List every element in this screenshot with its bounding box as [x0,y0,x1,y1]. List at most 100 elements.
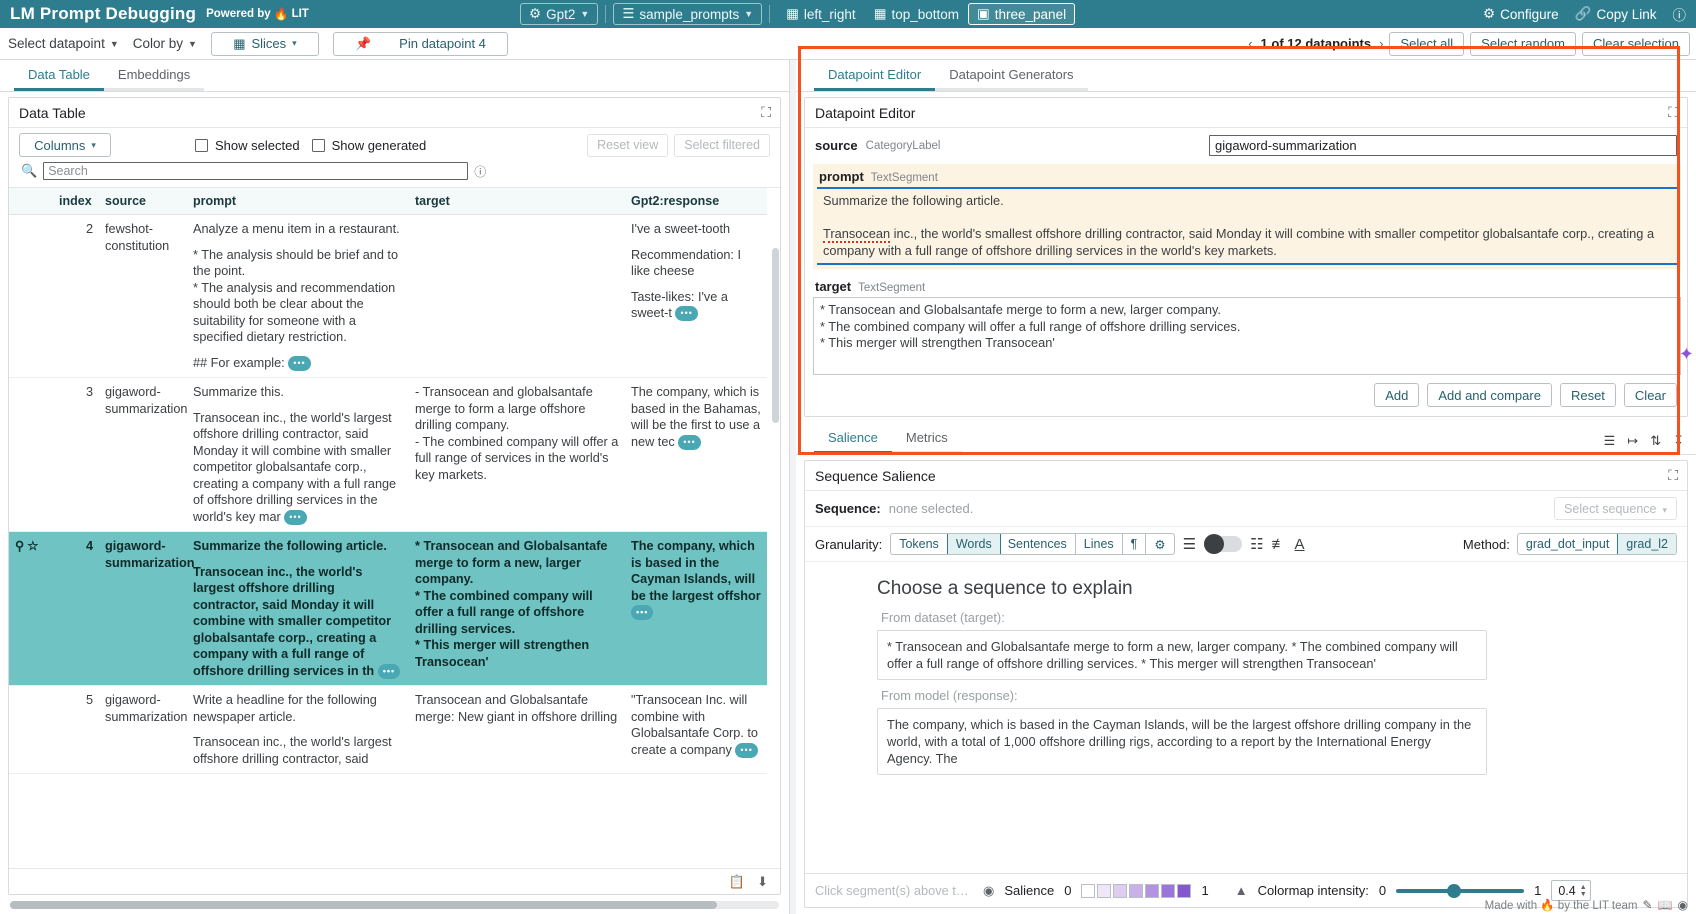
copy-link-button[interactable]: 🔗 Copy Link [1575,7,1657,22]
granularity-words[interactable]: Words [947,533,1001,555]
tab-salience[interactable]: Salience [814,430,892,454]
header-index[interactable]: index [53,188,99,215]
layout-left-right[interactable]: ▦ left_right [777,3,865,25]
colormap-intensity-slider[interactable] [1396,889,1524,893]
clear-selection-button[interactable]: Clear selection [1582,32,1690,56]
method-grad-l2[interactable]: grad_l2 [1617,533,1677,555]
reset-button[interactable]: Reset [1560,383,1616,407]
prompt-textarea[interactable]: Summarize the following article. Transoc… [817,187,1679,265]
slider-thumb[interactable] [1447,884,1461,898]
stepper-arrows[interactable]: ▲▼ [1580,884,1587,898]
tab-data-table[interactable]: Data Table [14,67,104,91]
header-prompt[interactable]: prompt [187,188,409,215]
layout-three-panel[interactable]: ▣ three_panel [968,3,1075,25]
expand-icon[interactable]: ⛶ [761,104,771,121]
select-filtered-button[interactable]: Select filtered [674,134,770,157]
granularity-lines[interactable]: Lines [1076,534,1123,554]
table-row[interactable]: 2fewshot-constitutionAnalyze a menu item… [9,215,767,378]
truncation-ellipsis[interactable]: ••• [675,306,697,321]
center-icon[interactable]: ⇅ [1650,433,1661,449]
grid-icon[interactable]: ☷ [1250,535,1263,553]
slices-button[interactable]: ▦ Slices ▾ [211,32,319,56]
row-pin-cell[interactable]: ⚲☆ [9,532,53,686]
header-source[interactable]: source [99,188,187,215]
show-selected-checkbox[interactable]: Show selected [195,138,300,153]
row-pin-cell[interactable] [9,215,53,378]
from-dataset-option[interactable]: * Transocean and Globalsantafe merge to … [877,630,1487,680]
search-input[interactable] [43,162,468,180]
next-datapoint-button[interactable]: › [1379,36,1383,51]
horizontal-scrollbar[interactable] [10,901,779,909]
select-datapoint-dropdown[interactable]: Select datapoint ▼ [8,36,119,51]
table-row[interactable]: 5gigaword-summarizationWrite a headline … [9,686,767,774]
expand-down-icon[interactable]: ↧ [1673,433,1684,449]
tab-datapoint-generators[interactable]: Datapoint Generators [935,67,1087,91]
chat-icon[interactable]: ✎ [1643,898,1653,912]
truncation-ellipsis[interactable]: ••• [284,510,306,525]
add-button[interactable]: Add [1374,383,1419,407]
method-grad-dot-input[interactable]: grad_dot_input [1518,534,1618,554]
table-row[interactable]: ⚲☆4gigaword-summarizationSummarize the f… [9,532,767,686]
truncation-ellipsis[interactable]: ••• [288,356,310,371]
drag-handle-icon[interactable]: ☰ [1604,433,1616,449]
from-model-option[interactable]: The company, which is based in the Cayma… [877,708,1487,775]
granularity-sentences[interactable]: Sentences [1000,534,1076,554]
help-circle-icon[interactable]: ⓘ [1673,4,1687,24]
row-source-cell: gigaword-summarization [99,686,187,774]
row-prompt-cell: Analyze a menu item in a restaurant. * T… [187,215,409,378]
tab-datapoint-editor[interactable]: Datapoint Editor [814,67,935,91]
select-sequence-button[interactable]: Select sequence ▾ [1554,497,1677,520]
sparkle-icon[interactable]: ✦ [1679,344,1694,365]
vertical-density-icon[interactable]: ≢ [1272,536,1287,553]
dark-mode-toggle[interactable] [1204,536,1242,552]
table-vertical-scrollbar[interactable] [772,248,779,423]
columns-button[interactable]: Columns ▾ [19,133,111,157]
clear-button[interactable]: Clear [1624,383,1677,407]
scroll-thumb[interactable] [10,901,717,909]
header-response[interactable]: Gpt2:response [625,188,767,215]
granularity-settings-icon[interactable]: ⚙ [1146,534,1173,554]
book-icon[interactable]: 📖 [1658,898,1673,912]
prev-datapoint-button[interactable]: ‹ [1248,36,1252,51]
select-all-button[interactable]: Select all [1389,32,1464,56]
model-selector[interactable]: ⚙ Gpt2 ▼ [520,3,598,25]
configure-button[interactable]: ⚙ Configure [1483,7,1559,22]
truncation-ellipsis[interactable]: ••• [378,664,400,679]
truncation-ellipsis[interactable]: ••• [631,605,653,620]
tab-metrics[interactable]: Metrics [892,430,962,454]
collapse-up-icon[interactable]: ↦ [1627,433,1638,449]
select-random-button[interactable]: Select random [1470,32,1576,56]
pin-icon[interactable]: ⚲ [15,539,27,553]
truncation-ellipsis[interactable]: ••• [678,435,700,450]
table-row[interactable]: 3gigaword-summarizationSummarize this. T… [9,378,767,532]
lines-icon[interactable]: ☰ [1183,535,1196,553]
show-generated-checkbox[interactable]: Show generated [312,138,427,153]
expand-icon[interactable]: ⛶ [1668,467,1678,484]
add-and-compare-button[interactable]: Add and compare [1427,383,1552,407]
main-area: Data Table Embeddings Data Table ⛶ Colum… [0,60,1696,914]
dataset-selector[interactable]: ☰ sample_prompts ▼ [613,3,762,25]
row-pin-cell[interactable] [9,378,53,532]
font-size-icon[interactable]: A [1295,536,1305,553]
layout-top-bottom[interactable]: ▦ top_bottom [865,3,968,25]
pin-datapoint-button[interactable]: 📌 Pin datapoint 4 [333,32,508,56]
download-icon[interactable]: ⬇ [757,874,768,890]
row-pin-cell[interactable] [9,686,53,774]
truncation-ellipsis[interactable]: ••• [735,743,757,758]
reset-view-button[interactable]: Reset view [587,134,668,157]
color-by-dropdown[interactable]: Color by ▼ [133,36,197,51]
data-table-scroll-area[interactable]: index source prompt target Gpt2:response… [9,187,780,868]
help-circle-icon[interactable]: ⓘ [474,163,486,180]
tab-embeddings[interactable]: Embeddings [104,67,204,91]
github-icon[interactable]: ◉ [1678,898,1688,912]
salience-tabstrip: Salience Metrics ☰ ↦ ⇅ ↧ [796,423,1696,455]
copy-icon[interactable]: 📋 [729,874,745,890]
star-icon[interactable]: ☆ [27,539,41,553]
target-textarea[interactable]: * Transocean and Globalsantafe merge to … [813,297,1681,375]
header-target[interactable]: target [409,188,625,215]
row-response-cell: I've a sweet-tooth Recommendation: I lik… [625,215,767,378]
granularity-tokens[interactable]: Tokens [891,534,948,554]
expand-icon[interactable]: ⛶ [1668,104,1678,121]
source-input[interactable] [1209,135,1677,156]
granularity-paragraph-icon[interactable]: ¶ [1123,534,1147,554]
